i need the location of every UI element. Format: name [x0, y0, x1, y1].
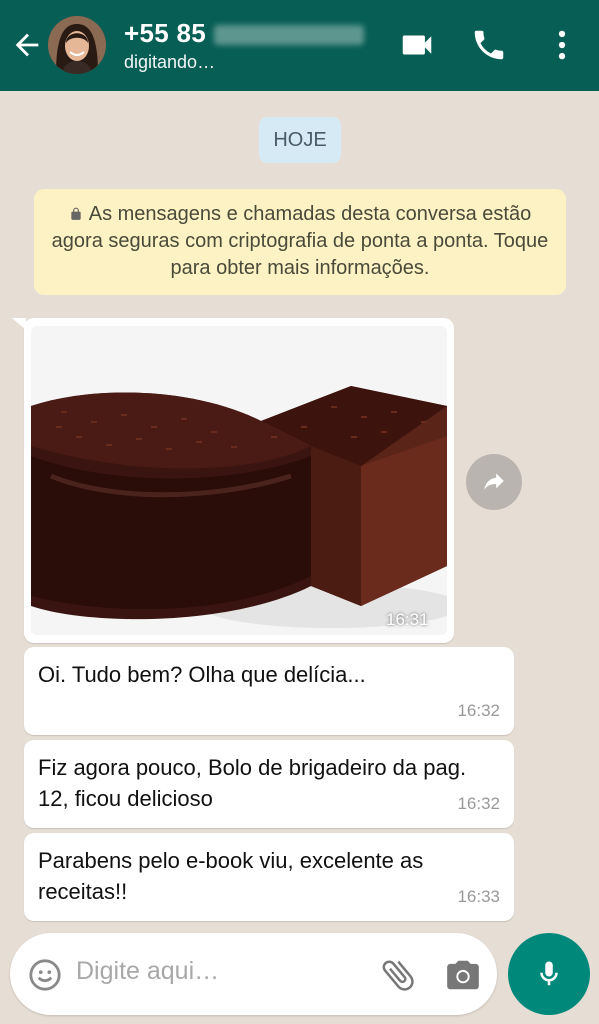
avatar[interactable] — [48, 16, 106, 74]
forward-button[interactable] — [466, 454, 522, 510]
forward-icon — [484, 473, 504, 490]
date-label: HOJE — [259, 117, 341, 163]
mic-icon — [540, 961, 558, 986]
message-bubble[interactable]: Parabens pelo e-book viu, excelente as r… — [24, 833, 514, 921]
cake-photo[interactable] — [31, 326, 447, 635]
mic-button[interactable] — [508, 933, 590, 1015]
video-call-icon[interactable] — [398, 26, 436, 64]
contact-name-text: +55 85 — [124, 18, 207, 48]
typing-status: digitando… — [124, 52, 216, 72]
message-time: 16:32 — [457, 794, 500, 813]
message-time: 16:33 — [457, 887, 500, 906]
message-bubble[interactable]: Oi. Tudo bem? Olha que delícia... 16:32 — [24, 647, 514, 735]
encryption-notice-text: As mensagens e chamadas desta conversa e… — [51, 203, 549, 279]
back-arrow-icon[interactable] — [10, 28, 44, 62]
message-text: Parabens pelo e-book viu, excelente as r… — [38, 848, 424, 904]
encryption-notice[interactable]: As mensagens e chamadas desta conversa e… — [34, 189, 566, 295]
more-vert-icon[interactable] — [543, 26, 581, 64]
attach-icon[interactable] — [378, 955, 418, 995]
image-timestamp: 16:31 — [386, 610, 429, 629]
message-input[interactable]: Digite aqui… — [76, 957, 219, 986]
message-bubble[interactable]: Fiz agora pouco, Bolo de brigadeiro da p… — [24, 740, 514, 828]
contact-name[interactable]: +55 85 — [124, 18, 365, 49]
message-time: 16:32 — [457, 701, 500, 720]
emoji-icon[interactable] — [28, 958, 62, 992]
lock-icon — [71, 207, 81, 220]
message-text: Oi. Tudo bem? Olha que delícia... — [38, 662, 366, 687]
chat-header: +55 85 digitando… — [0, 0, 599, 91]
message-text: Fiz agora pouco, Bolo de brigadeiro da p… — [38, 755, 467, 811]
camera-icon[interactable] — [444, 956, 482, 994]
phone-icon[interactable] — [470, 26, 508, 64]
blurred-number — [214, 25, 365, 46]
